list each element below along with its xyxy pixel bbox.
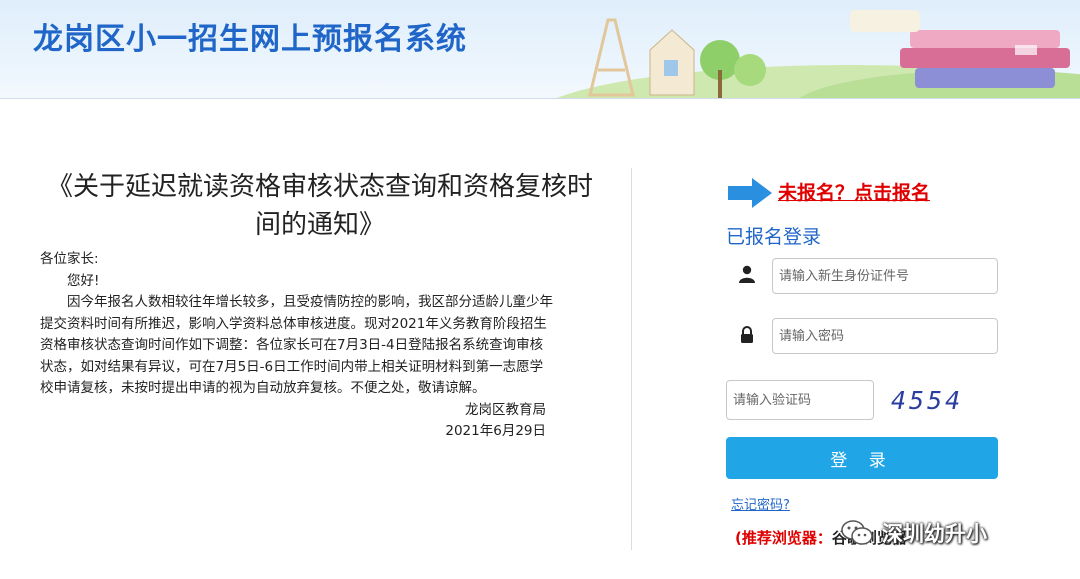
notice-greeting: 您好! [67,272,100,289]
lock-icon [741,326,753,343]
user-icon [739,265,755,283]
captcha-input[interactable] [726,380,874,420]
notice-body: 各位家长: 您好! 因今年报名人数相较往年增长较多，且受疫情防控的影响，我区部分… [40,249,556,443]
wechat-icon [841,520,873,545]
password-input[interactable] [772,318,998,354]
vertical-divider [631,168,632,550]
forgot-password-link[interactable]: 忘记密码? [731,494,790,513]
watermark-text: 深圳幼升小 [882,522,987,546]
browser-tip-prefix: (推荐浏览器： [735,529,832,547]
watermark: 深圳幼升小 [840,516,987,550]
page-header: 龙岗区小一招生网上预报名系统 [0,0,1080,99]
login-heading: 已报名登录 [726,226,822,248]
notice-title: 《关于延迟就读资格审核状态查询和资格复核时间的通知》 [46,172,593,240]
notice-date: 2021年6月29日 [445,423,546,439]
header-illustration [556,10,1080,98]
arrow-right-icon [728,178,772,208]
login-button[interactable]: 登 录 [726,437,998,479]
captcha-image[interactable]: 4554 [891,386,963,415]
notice-salutation: 各位家长: [40,251,99,267]
notice-signature: 龙岗区教育局 [465,401,546,418]
register-link[interactable]: 未报名？点击报名 [778,178,930,205]
site-title: 龙岗区小一招生网上预报名系统 [33,22,467,57]
id-number-input[interactable] [772,258,998,294]
notice-paragraph: 因今年报名人数相较往年增长较多，且受疫情防控的影响，我区部分适龄儿童少年提交资料… [40,294,553,396]
